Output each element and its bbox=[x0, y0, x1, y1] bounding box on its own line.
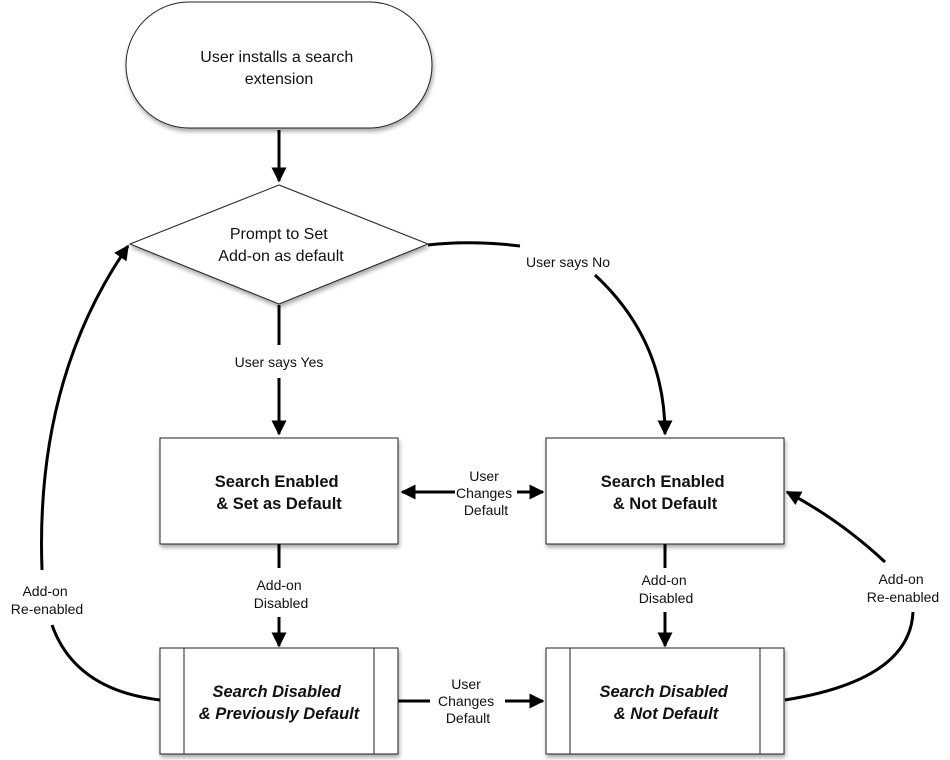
edge-label-change-default-bottom: User Changes Default bbox=[438, 676, 498, 726]
edge-label-yes: User says Yes bbox=[235, 354, 324, 370]
edge-no-upper bbox=[427, 241, 521, 248]
predefined-process-shape bbox=[159, 647, 399, 755]
node-start: User installs a search extension bbox=[125, 1, 433, 129]
edges bbox=[40, 130, 915, 709]
edge-label-no: User says No bbox=[526, 254, 610, 270]
edge-label-reenable-left: Add-on Re-enabled bbox=[11, 583, 83, 617]
process-box-shape bbox=[545, 437, 785, 545]
predefined-process-shape bbox=[545, 647, 785, 755]
edge-label-disable-left: Add-on Disabled bbox=[254, 577, 308, 611]
edge-label-change-default-top: User Changes Default bbox=[456, 468, 516, 518]
node-enabled-not-default: Search Enabled & Not Default bbox=[545, 437, 785, 545]
edge-reenable-left-lower bbox=[50, 624, 161, 702]
edge-reenable-left-upper bbox=[40, 244, 130, 571]
edge-label-reenable-right: Add-on Re-enabled bbox=[867, 571, 939, 605]
edge-no-lower bbox=[593, 273, 673, 436]
flowchart-canvas: User says Yes User says No User Changes … bbox=[11, 1, 939, 755]
edge-reenable-right-lower bbox=[784, 611, 915, 702]
edge-label-disable-right: Add-on Disabled bbox=[639, 572, 693, 606]
node-disabled-prev-default: Search Disabled & Previously Default bbox=[159, 647, 399, 755]
node-prompt: Prompt to Set Add-on as default bbox=[128, 184, 430, 305]
process-box-shape bbox=[159, 437, 399, 545]
edge-labels: User says Yes User says No User Changes … bbox=[11, 254, 939, 726]
decision-diamond-shape bbox=[128, 184, 430, 305]
node-disabled-not-default: Search Disabled & Not Default bbox=[545, 647, 785, 755]
edge-reenable-right-upper bbox=[785, 490, 887, 564]
node-enabled-default: Search Enabled & Set as Default bbox=[159, 437, 399, 545]
